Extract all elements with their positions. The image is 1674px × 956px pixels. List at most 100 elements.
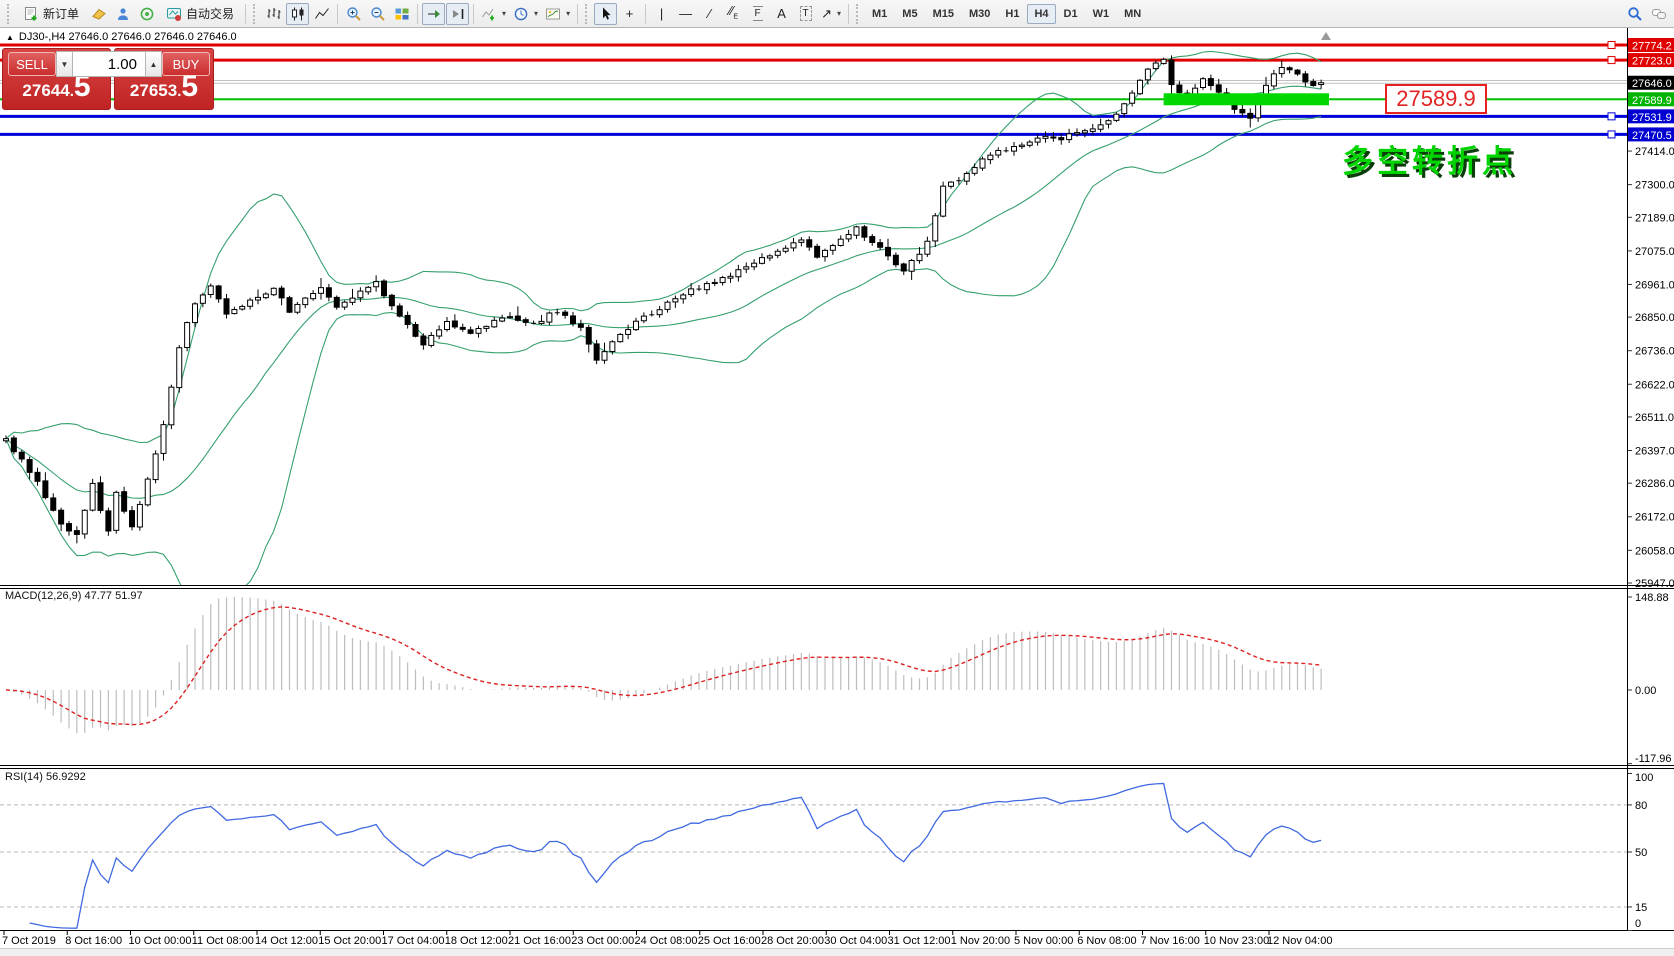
macd-signal-line: [6, 607, 1321, 725]
search-button[interactable]: [1623, 3, 1646, 25]
trendline-button[interactable]: ∕: [698, 3, 721, 25]
bollinger-middle-band: [6, 86, 1321, 498]
community-button[interactable]: [111, 3, 134, 25]
price-axis-label: 26511.0: [1635, 412, 1674, 424]
auto-scroll-button[interactable]: [422, 3, 445, 25]
text-label-button[interactable]: T: [794, 3, 817, 25]
macd-value-main: 47.77: [84, 590, 112, 602]
signals-button[interactable]: [135, 3, 158, 25]
time-axis-label: 14 Oct 12:00: [255, 935, 318, 947]
person-icon: [115, 6, 131, 22]
chart-shift-button[interactable]: [446, 3, 469, 25]
price-badge: [1628, 109, 1674, 123]
auto-scroll-icon: [426, 6, 442, 22]
horizontal-line-icon: —: [679, 7, 692, 20]
price-axis-label: 26286.0: [1635, 478, 1674, 490]
arrows-button[interactable]: ↗ ▾: [818, 3, 844, 25]
timeframe-h4-button[interactable]: H4: [1027, 4, 1055, 24]
candlestick-chart-button[interactable]: [286, 3, 309, 25]
time-axis-label: 15 Oct 20:00: [318, 935, 381, 947]
rsi-line: [30, 783, 1322, 928]
quotes-button[interactable]: [87, 3, 110, 25]
rsi-axis-label: 100: [1635, 772, 1653, 784]
bar-chart-icon: [266, 6, 282, 22]
macd-value-signal: 51.97: [115, 590, 143, 602]
timeframe-m5-button[interactable]: M5: [895, 4, 924, 24]
timeframe-m30-button[interactable]: M30: [962, 4, 997, 24]
vertical-line-button[interactable]: |: [650, 3, 673, 25]
highlight-zone[interactable]: [1164, 93, 1329, 105]
timeframe-h1-button[interactable]: H1: [998, 4, 1026, 24]
new-order-label: 新订单: [43, 5, 79, 22]
volume-input[interactable]: [73, 51, 145, 77]
level-price-callout[interactable]: 27589.9: [1385, 84, 1487, 114]
time-axis-label: 12 Nov 04:00: [1267, 935, 1332, 947]
line-chart-icon: [314, 6, 330, 22]
time-axis-label: 10 Nov 23:00: [1204, 935, 1269, 947]
time-axis-label: 5 Nov 00:00: [1014, 935, 1073, 947]
crosshair-button[interactable]: +: [618, 3, 641, 25]
text-button[interactable]: A: [770, 3, 793, 25]
toolbar-grip: [7, 4, 12, 24]
timeframe-m15-button[interactable]: M15: [926, 4, 961, 24]
periods-button[interactable]: ▾: [510, 3, 541, 25]
chart-title: ▲ DJ30-,H4 27646.0 27646.0 27646.0 27646…: [6, 31, 237, 43]
main-toolbar: 新订单 自动交易: [0, 0, 1674, 28]
tile-windows-button[interactable]: [390, 3, 413, 25]
time-axis-label: 11 Oct 08:00: [192, 935, 254, 947]
chevron-down-icon: ▾: [566, 9, 570, 18]
fibonacci-button[interactable]: F: [746, 3, 769, 25]
timeframe-w1-button[interactable]: W1: [1086, 4, 1117, 24]
auto-trading-button[interactable]: 自动交易: [159, 3, 241, 25]
timeframe-d1-button[interactable]: D1: [1057, 4, 1085, 24]
line-chart-button[interactable]: [310, 3, 333, 25]
bollinger-bands: [6, 51, 1321, 622]
search-icon: [1627, 6, 1643, 22]
macd-indicator-label: MACD(12,26,9) 47.77 51.97: [5, 590, 143, 602]
mt4-terminal: 新订单 自动交易: [0, 0, 1674, 955]
text-label-icon: T: [800, 6, 812, 21]
zoom-out-button[interactable]: [366, 3, 389, 25]
zoom-in-button[interactable]: [342, 3, 365, 25]
chat-button[interactable]: [1647, 3, 1670, 25]
price-badge-label: 27723.0: [1632, 56, 1672, 68]
chart-title-text: DJ30-,H4 27646.0 27646.0 27646.0 27646.0: [19, 31, 237, 43]
cursor-button[interactable]: [594, 3, 617, 25]
volume-stepper: ▼ ▲: [56, 51, 162, 77]
indicators-button[interactable]: ▾: [478, 3, 509, 25]
time-axis-label: 7 Nov 16:00: [1141, 935, 1200, 947]
volume-decrease-button[interactable]: ▼: [56, 51, 73, 77]
one-click-trade-panel: SELL 27644.5 BUY 27653.5 ▼ ▲: [2, 48, 214, 110]
toolbar-grip: [253, 4, 258, 24]
channel-icon: ∕∕E: [729, 4, 738, 24]
chart-shift-marker[interactable]: [1321, 32, 1331, 40]
volume-increase-button[interactable]: ▲: [145, 51, 162, 77]
arrows-icon: ↗: [821, 7, 832, 20]
bar-chart-button[interactable]: [262, 3, 285, 25]
chevron-down-icon: ▾: [837, 9, 841, 18]
price-badge-label: 27531.9: [1632, 112, 1672, 124]
templates-button[interactable]: ▾: [542, 3, 573, 25]
level-lines[interactable]: [0, 42, 1627, 138]
vertical-line-icon: |: [660, 7, 663, 20]
price-axis-label: 27189.0: [1635, 212, 1674, 224]
horizontal-line-button[interactable]: —: [674, 3, 697, 25]
price-badge: [1628, 53, 1674, 67]
timeframe-m1-button[interactable]: M1: [865, 4, 894, 24]
rsi-value: 56.9292: [46, 771, 86, 783]
turning-point-annotation[interactable]: 多空转折点: [1342, 136, 1517, 181]
equidistant-channel-button[interactable]: ∕∕E: [722, 3, 745, 25]
timeframe-mn-button[interactable]: MN: [1117, 4, 1148, 24]
time-axis-label: 6 Nov 08:00: [1077, 935, 1136, 947]
rsi-axis-label: 80: [1635, 800, 1647, 812]
toolbar-separator: [848, 4, 849, 24]
new-order-button[interactable]: 新订单: [16, 3, 86, 25]
rsi-axis-label: 50: [1635, 847, 1647, 859]
price-badge: [1628, 127, 1674, 141]
toolbar-separator: [245, 4, 246, 24]
price-badge-label: 27470.5: [1632, 130, 1672, 142]
collapse-arrow-icon[interactable]: ▲: [6, 33, 14, 42]
chart-shift-icon: [450, 6, 466, 22]
sell-price-main: 27644: [22, 81, 69, 100]
time-axis-label: 17 Oct 04:00: [382, 935, 445, 947]
